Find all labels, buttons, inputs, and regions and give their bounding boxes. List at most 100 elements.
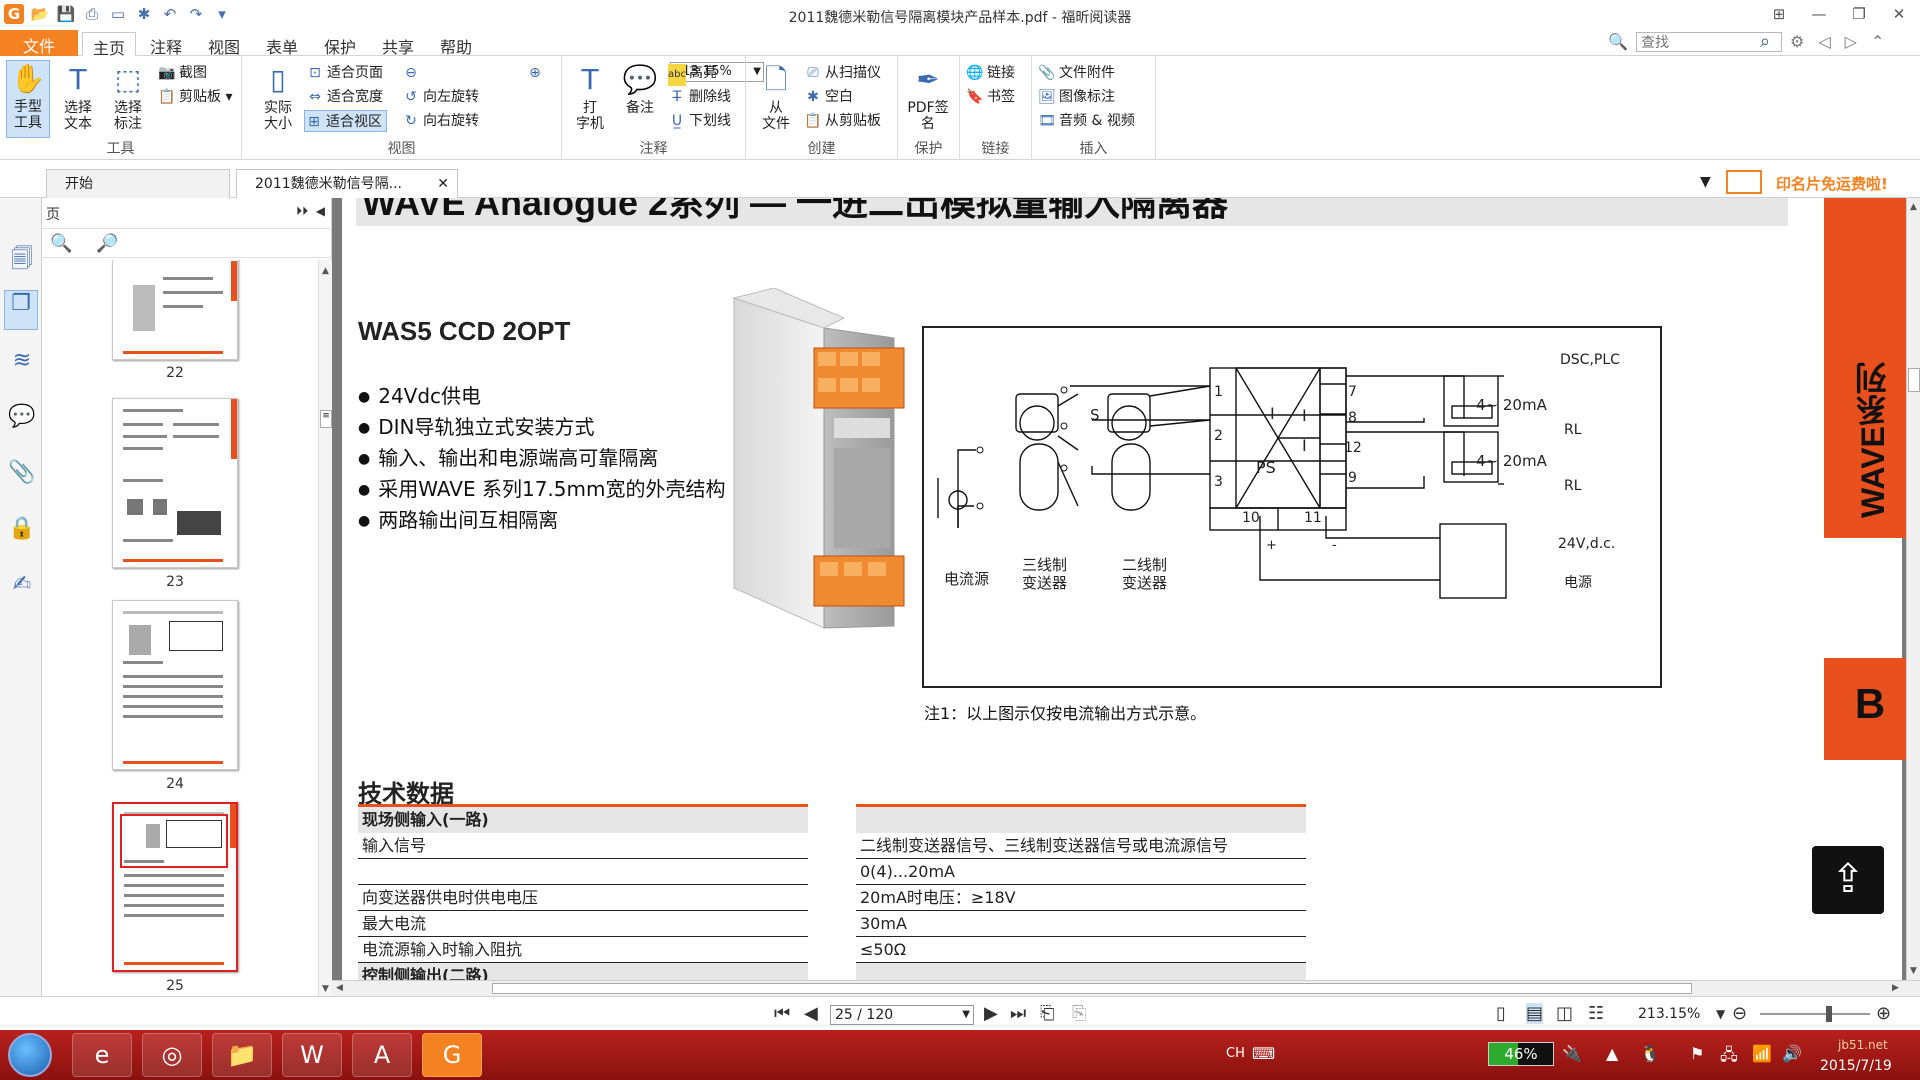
bookmark-panel-icon[interactable]: 🗐 xyxy=(8,242,36,272)
previous-view-icon[interactable]: ⎗ xyxy=(1040,1003,1054,1024)
thumbnail-page[interactable] xyxy=(112,398,238,568)
select-annotation-button[interactable]: ⬚ 选择 标注 xyxy=(106,62,150,132)
taskbar-chrome-icon[interactable]: ◎ xyxy=(142,1033,202,1077)
tab-home[interactable]: 主页 xyxy=(82,32,137,58)
rotate-right-button[interactable]: ↻ 向右旋转 xyxy=(402,110,479,132)
single-page-icon[interactable]: ▯ xyxy=(1496,1003,1506,1024)
restore-button[interactable]: ❐ xyxy=(1844,2,1874,26)
note-button[interactable]: 💬 备注 xyxy=(618,62,662,116)
close-tab-icon[interactable]: ✕ xyxy=(437,170,449,198)
strikeout-button[interactable]: T̶ 删除线 xyxy=(668,86,731,108)
typewriter-button[interactable]: T 打 字机 xyxy=(568,62,612,132)
tab-list-dropdown-icon[interactable]: ▼ xyxy=(1700,174,1711,190)
link-button[interactable]: 🌐 链接 xyxy=(966,62,1015,84)
attachments-panel-icon[interactable]: 📎 xyxy=(8,460,36,488)
taskbar-foxit-icon[interactable]: G xyxy=(422,1033,482,1077)
folder-search-icon[interactable]: 🔍 xyxy=(1608,32,1628,51)
continuous-facing-icon[interactable]: ☷ xyxy=(1588,1003,1604,1024)
facing-page-icon[interactable]: ◫ xyxy=(1556,1003,1573,1024)
last-page-button[interactable]: ⏭ xyxy=(1010,1003,1026,1024)
horizontal-scroll-thumb[interactable] xyxy=(492,983,1692,994)
thumbnail-page[interactable] xyxy=(112,260,238,360)
input-language[interactable]: CH xyxy=(1226,1046,1245,1061)
zoom-in-icon[interactable]: ⊕ xyxy=(1876,1003,1891,1024)
continuous-page-icon[interactable]: ▤ xyxy=(1526,1003,1544,1024)
image-annotation-button[interactable]: 🖼 图像标注 xyxy=(1038,86,1115,108)
taskbar-word-icon[interactable]: W xyxy=(282,1033,342,1077)
close-button[interactable]: ✕ xyxy=(1884,2,1914,26)
document-vertical-scrollbar[interactable]: ▲ ▼ xyxy=(1906,198,1920,980)
thumbnail-scrollbar[interactable]: ▲ ≡ ▼ xyxy=(318,260,332,998)
zoom-slider[interactable] xyxy=(1760,1013,1870,1015)
tab-form[interactable]: 表单 xyxy=(256,32,308,57)
prev-page-button[interactable]: ◀ xyxy=(804,1003,818,1024)
gear-icon[interactable]: ⚙ xyxy=(1790,32,1804,51)
rotate-left-button[interactable]: ↺ 向左旋转 xyxy=(402,86,479,108)
keyboard-icon[interactable]: ⌨ xyxy=(1252,1044,1275,1063)
snapshot-button[interactable]: 📷 截图 xyxy=(158,62,207,84)
power-plug-icon[interactable]: 🔌 xyxy=(1562,1044,1582,1063)
zoom-dropdown-icon[interactable]: ▼ xyxy=(1716,1007,1725,1021)
qq-icon[interactable]: 🐧 xyxy=(1640,1044,1660,1063)
taskbar-draw-icon[interactable]: A xyxy=(352,1033,412,1077)
back-icon[interactable]: ◁ xyxy=(1818,32,1830,51)
network-icon[interactable]: 🖧 xyxy=(1720,1044,1738,1071)
layers-panel-icon[interactable]: ≋ xyxy=(8,348,36,376)
underline-button[interactable]: U̲ 下划线 xyxy=(668,110,731,132)
comments-panel-icon[interactable]: 💬 xyxy=(8,404,36,432)
collapse-panel-icon[interactable]: ◀ xyxy=(316,204,325,218)
zoom-out-icon[interactable]: ⊖ xyxy=(1732,1003,1747,1024)
taskbar-explorer-icon[interactable]: 📁 xyxy=(212,1033,272,1077)
pages-panel-icon[interactable]: ❐ xyxy=(4,290,38,330)
tab-help[interactable]: 帮助 xyxy=(430,32,482,57)
hand-tool-button[interactable]: ✋ 手型 工具 xyxy=(6,60,50,138)
document-horizontal-scrollbar[interactable]: ◀ ▶ xyxy=(332,980,1920,996)
expand-panel-icon[interactable]: ⏵⏵ xyxy=(296,204,308,218)
pdf-sign-button[interactable]: ✒ PDF签 名 xyxy=(906,62,950,132)
battery-indicator[interactable]: 46% xyxy=(1488,1042,1554,1066)
security-panel-icon[interactable]: 🔒 xyxy=(8,516,36,544)
signal-icon[interactable]: 📶 xyxy=(1752,1044,1772,1063)
collapse-ribbon-icon[interactable]: ⌃ xyxy=(1871,32,1884,51)
from-file-button[interactable]: 🗋 从 文件 xyxy=(754,62,798,132)
actual-size-button[interactable]: ▯ 实际 大小 xyxy=(256,62,300,132)
document-view[interactable]: WAVE Analogue 2系列 — 一进二出模拟量输入隔离器 WAS5 CC… xyxy=(332,198,1906,980)
tab-view[interactable]: 视图 xyxy=(198,32,250,57)
zoom-out-button[interactable]: ⊖ xyxy=(402,62,423,84)
thumbnail-page[interactable] xyxy=(112,600,238,770)
clock-date[interactable]: 2015/7/19 xyxy=(1820,1058,1892,1074)
highlight-button[interactable]: abc 高亮 xyxy=(668,62,717,86)
first-page-button[interactable]: ⏮ xyxy=(774,1003,790,1024)
vertical-scroll-thumb[interactable] xyxy=(1908,368,1920,392)
zoom-in-button[interactable]: ⊕ xyxy=(526,62,547,84)
tab-file[interactable]: 文件 xyxy=(0,30,78,56)
next-view-icon[interactable]: ⎘ xyxy=(1072,1003,1086,1024)
audio-video-button[interactable]: 🎞 音频 & 视频 xyxy=(1038,110,1135,132)
show-hidden-icons[interactable]: ▲ xyxy=(1606,1044,1618,1063)
forward-icon[interactable]: ▷ xyxy=(1845,32,1857,51)
zoom-slider-handle[interactable] xyxy=(1826,1006,1832,1022)
blank-button[interactable]: ✱ 空白 xyxy=(804,86,853,108)
page-number-input[interactable]: 25 / 120 ▼ xyxy=(830,1005,974,1025)
tab-start[interactable]: 开始 xyxy=(46,169,230,198)
scroll-to-top-button[interactable]: ⇪ xyxy=(1812,846,1884,914)
from-clipboard-button[interactable]: 📋 从剪贴板 xyxy=(804,110,881,132)
next-page-button[interactable]: ▶ xyxy=(984,1003,998,1024)
tab-document[interactable]: 2011魏德米勒信号隔... ✕ xyxy=(236,169,458,198)
action-center-flag-icon[interactable]: ⚑ xyxy=(1690,1044,1704,1063)
minimize-button[interactable]: — xyxy=(1804,2,1834,26)
from-scanner-button[interactable]: ⎚ 从扫描仪 xyxy=(804,62,881,84)
fit-page-button[interactable]: ⊡ 适合页面 xyxy=(306,62,383,84)
file-attachment-button[interactable]: 📎 文件附件 xyxy=(1038,62,1115,84)
tab-protect[interactable]: 保护 xyxy=(314,32,366,57)
zoom-thumbnail-out-icon[interactable]: 🔎 xyxy=(96,233,118,254)
zoom-thumbnail-in-icon[interactable]: 🔍 xyxy=(50,233,72,254)
tab-comment[interactable]: 注释 xyxy=(140,32,192,57)
thumbnail-page-selected[interactable] xyxy=(112,802,238,972)
signature-panel-icon[interactable]: ✍ xyxy=(8,572,36,600)
bookmark-button[interactable]: 🔖 书签 xyxy=(966,86,1015,108)
search-icon[interactable]: ⌕ xyxy=(1760,31,1770,52)
layout-icon[interactable]: ⊞ xyxy=(1764,2,1794,26)
start-button[interactable] xyxy=(8,1033,52,1077)
fit-visible-button[interactable]: ⊞ 适合视区 xyxy=(304,110,387,132)
